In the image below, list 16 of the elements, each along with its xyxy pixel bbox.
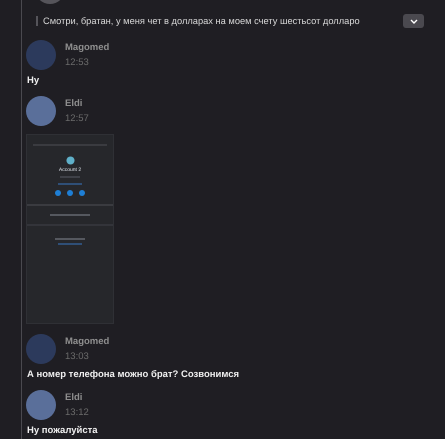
message-time: 12:53 bbox=[65, 57, 90, 68]
message-text: А номер телефона можно брат? Созвонимся bbox=[27, 369, 240, 380]
author-name[interactable]: Eldi bbox=[65, 392, 89, 403]
chevron-down-icon bbox=[410, 18, 418, 24]
message-time: 13:03 bbox=[65, 351, 90, 362]
message-text: Ну пожалуйста bbox=[27, 425, 99, 436]
author-name[interactable]: Magomed bbox=[65, 42, 110, 53]
avatar[interactable] bbox=[26, 96, 56, 126]
avatar[interactable] bbox=[26, 390, 56, 420]
author-name[interactable]: Magomed bbox=[65, 336, 110, 347]
message-text: Ну bbox=[27, 75, 40, 86]
expand-button[interactable] bbox=[403, 14, 424, 28]
message-time: 12:57 bbox=[65, 113, 89, 124]
message-time: 13:12 bbox=[65, 407, 89, 418]
quoted-message: Смотри, братан, у меня чет в долларах на моем счету шестьсот долларо bbox=[36, 16, 399, 26]
author-name[interactable]: Eldi bbox=[65, 98, 89, 109]
